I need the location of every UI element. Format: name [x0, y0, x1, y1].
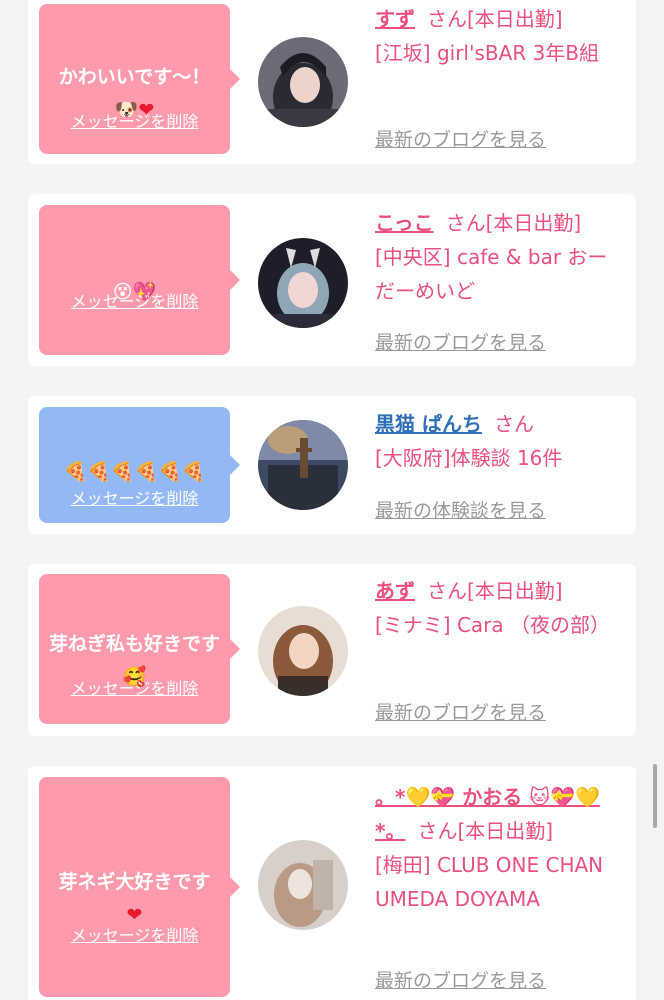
- message-bubble: 芽ネギ大好きです ❤ メッセージを削除: [39, 777, 240, 997]
- honorific: さん: [427, 579, 467, 603]
- message-bubble: 🍕🍕🍕🍕🍕🍕 メッセージを削除: [39, 407, 240, 523]
- avatar[interactable]: [258, 420, 348, 510]
- cast-info: あず さん[本日出勤] [ミナミ] Cara （夜の部）: [375, 574, 625, 642]
- message-card: 芽ネギ大好きです ❤ メッセージを削除 。*💛💝 かおる 🐱💝💛*。 さん[本日出勤…: [28, 766, 636, 1000]
- latest-blog-link[interactable]: 最新のブログを見る: [375, 698, 546, 725]
- cast-info: 。*💛💝 かおる 🐱💝💛*。 さん[本日出勤] [梅田] CLUB ONE CHA…: [375, 780, 625, 916]
- message-bubble: 😵💖 メッセージを削除: [39, 205, 240, 355]
- cast-name-link[interactable]: すず: [375, 7, 415, 31]
- visitor-name-link[interactable]: 黒猫 ぱんち: [375, 412, 482, 436]
- avatar[interactable]: [258, 238, 348, 328]
- delete-message-link[interactable]: メッセージを削除: [39, 679, 230, 699]
- status-badge: [本日出勤]: [467, 7, 563, 31]
- message-bubble: かわいいです〜！ 🐶❤ メッセージを削除: [39, 4, 240, 154]
- honorific: さん: [445, 211, 486, 235]
- status-badge: [本日出勤]: [485, 211, 582, 235]
- message-body: 🍕🍕🍕🍕🍕🍕: [63, 461, 206, 483]
- review-count: [大阪府]体験談 16件: [375, 446, 563, 470]
- scrollbar[interactable]: [653, 764, 657, 828]
- cast-info: こっこ さん[本日出勤] [中央区] cafe & bar おーだーめいど: [375, 206, 625, 308]
- latest-blog-link[interactable]: 最新のブログを見る: [375, 966, 546, 993]
- honorific: さん: [417, 819, 458, 843]
- status-badge: [本日出勤]: [467, 579, 563, 603]
- cast-info: 黒猫 ぱんち さん [大阪府]体験談 16件: [375, 407, 625, 475]
- message-card: 😵💖 メッセージを削除 こっこ さん[本日出勤] [中央区] cafe & bar…: [28, 194, 636, 366]
- message-text: 🍕🍕🍕🍕🍕🍕: [43, 423, 226, 489]
- latest-review-link[interactable]: 最新の体験談を見る: [375, 496, 546, 523]
- cast-name-link[interactable]: あず: [375, 579, 415, 603]
- message-body: 芽ネギ大好きです: [58, 871, 211, 893]
- cast-name-link[interactable]: こっこ: [375, 211, 434, 235]
- message-text: 芽ネギ大好きです ❤: [49, 833, 220, 932]
- message-card: 🍕🍕🍕🍕🍕🍕 メッセージを削除 黒猫 ぱんち さん [大阪府]体験談 16件 最新…: [28, 396, 636, 534]
- honorific: さん: [427, 7, 467, 31]
- avatar[interactable]: [258, 840, 348, 930]
- delete-message-link[interactable]: メッセージを削除: [39, 112, 230, 132]
- latest-blog-link[interactable]: 最新のブログを見る: [375, 125, 546, 152]
- avatar[interactable]: [258, 37, 348, 127]
- latest-blog-link[interactable]: 最新のブログを見る: [375, 328, 546, 355]
- heart-icon: ❤: [126, 904, 143, 926]
- shop-name: [ミナミ] Cara （夜の部）: [375, 613, 611, 637]
- shop-name: [江坂] girl'sBAR 3年B組: [375, 41, 600, 65]
- avatar[interactable]: [258, 606, 348, 696]
- shop-name: [中央区] cafe & bar おーだーめいど: [375, 245, 608, 303]
- honorific: さん: [493, 412, 534, 436]
- delete-message-link[interactable]: メッセージを削除: [39, 292, 230, 312]
- delete-message-link[interactable]: メッセージを削除: [39, 926, 230, 946]
- shop-name: [梅田] CLUB ONE CHAN UMEDA DOYAMA: [375, 853, 604, 911]
- message-card: 芽ねぎ私も好きです🥰 メッセージを削除 あず さん[本日出勤] [ミナミ] Car…: [28, 564, 636, 736]
- delete-message-link[interactable]: メッセージを削除: [39, 489, 230, 509]
- message-card: かわいいです〜！ 🐶❤ メッセージを削除 すず さん[本日出勤] [江坂] gir…: [28, 0, 636, 164]
- cast-info: すず さん[本日出勤] [江坂] girl'sBAR 3年B組: [375, 2, 625, 70]
- status-badge: [本日出勤]: [457, 819, 554, 843]
- message-bubble: 芽ねぎ私も好きです🥰 メッセージを削除: [39, 574, 240, 724]
